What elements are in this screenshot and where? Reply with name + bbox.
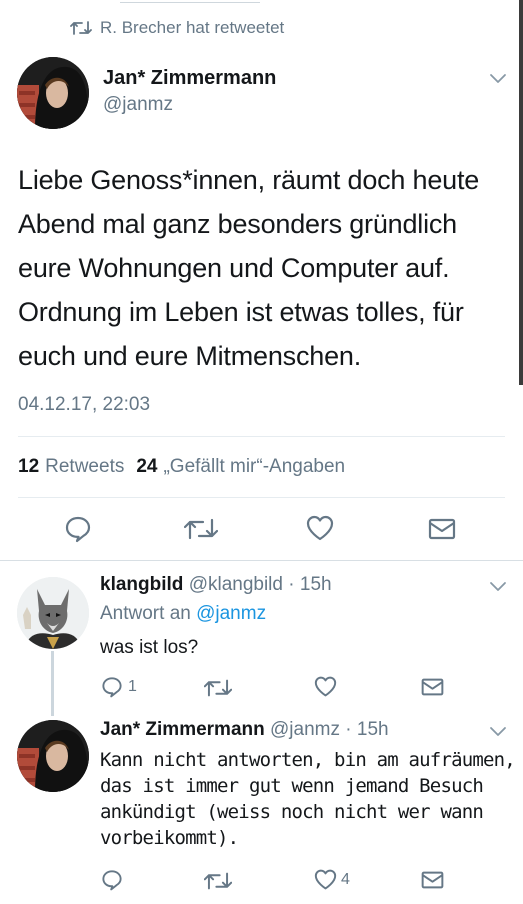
reply-text-line: das ist immer gut wenn jemand Besuch (100, 775, 484, 797)
reply-count: 1 (128, 678, 137, 695)
reply-header: Jan* Zimmermann @janmz · 15h (100, 719, 389, 741)
retweets-count[interactable]: 12 (18, 456, 39, 478)
mail-icon[interactable] (428, 517, 456, 541)
author-name[interactable]: Jan* Zimmermann (103, 67, 276, 90)
reply-text: Kann nicht antworten, bin am aufräumen, … (100, 747, 516, 851)
tweet-text-line: Abend mal ganz besonders gründlich (18, 209, 457, 239)
reply-text-line: vorbeikommt). (100, 827, 239, 849)
tweet-text-line: Ordnung im Leben ist etwas tolles, für (18, 297, 464, 327)
retweet-button-icon[interactable] (184, 517, 218, 541)
likes-label[interactable]: „Gefällt mir“-Angaben (163, 456, 345, 478)
retweet-icon (70, 20, 92, 36)
avatar[interactable] (17, 57, 89, 129)
divider (0, 560, 523, 561)
retweet-banner: R. Brecher hat retweetet (70, 16, 284, 40)
tweet-text-line: Liebe Genoss*innen, räumt doch heute (18, 165, 480, 195)
reply-to-line: Antwort an @janmz (100, 603, 266, 625)
author-handle[interactable]: @janmz (103, 94, 173, 116)
divider (18, 436, 505, 437)
heart-icon[interactable] (314, 869, 337, 890)
chevron-down-icon[interactable] (489, 73, 507, 85)
retweets-label[interactable]: Retweets (45, 456, 124, 478)
tweet-text-line: eure Wohnungen und Computer auf. (18, 253, 450, 283)
reply-icon[interactable] (101, 676, 123, 698)
divider (18, 497, 505, 498)
reply-author-name[interactable]: Jan* Zimmermann (100, 719, 265, 740)
scrollbar[interactable] (519, 0, 523, 385)
reply-action-reply[interactable]: 1 (101, 676, 137, 698)
avatar[interactable] (17, 720, 89, 792)
tweet-text-line: euch und eure Mitmenschen. (18, 341, 362, 371)
chevron-down-icon[interactable] (489, 726, 507, 738)
reply-time[interactable]: · 15h (345, 719, 388, 740)
retweet-button-icon[interactable] (204, 678, 232, 698)
like-count: 4 (341, 870, 350, 888)
reply-text-line: ankündigt (weiss noch nicht wer wann (100, 801, 484, 823)
chevron-down-icon[interactable] (489, 581, 507, 593)
heart-icon[interactable] (314, 676, 337, 697)
reply-author-handle[interactable]: @janmz (270, 719, 340, 740)
reply-header: klangbild @klangbild · 15h (100, 574, 332, 596)
reply-text-line: Kann nicht antworten, bin am aufräumen, (100, 749, 516, 771)
retweet-banner-text: R. Brecher hat retweetet (100, 18, 285, 37)
retweet-button-icon[interactable] (204, 871, 232, 891)
reply-time[interactable]: · 15h (288, 574, 331, 595)
reply-icon[interactable] (64, 515, 92, 543)
mail-icon[interactable] (421, 870, 444, 890)
reply-author-handle[interactable]: @klangbild (189, 574, 283, 595)
tweet-text: Liebe Genoss*innen, räumt doch heute Abe… (18, 158, 479, 378)
tweet-timestamp[interactable]: 04.12.17, 22:03 (18, 394, 150, 416)
reply-author-name[interactable]: klangbild (100, 574, 183, 595)
thread-connector (51, 651, 54, 716)
mail-icon[interactable] (421, 677, 444, 697)
reply-to-label: Antwort an (100, 603, 191, 624)
previous-content-fragment (120, 0, 260, 3)
avatar[interactable] (17, 577, 89, 649)
tweet-stats: 12 Retweets 24 „Gefällt mir“-Angaben (18, 456, 345, 478)
likes-count[interactable]: 24 (136, 456, 157, 478)
reply-to-handle[interactable]: @janmz (196, 603, 266, 624)
reply-text: was ist los? (100, 637, 199, 658)
heart-icon[interactable] (306, 515, 334, 541)
reply-icon[interactable] (101, 869, 123, 891)
reply-action-like[interactable]: 4 (314, 869, 350, 890)
